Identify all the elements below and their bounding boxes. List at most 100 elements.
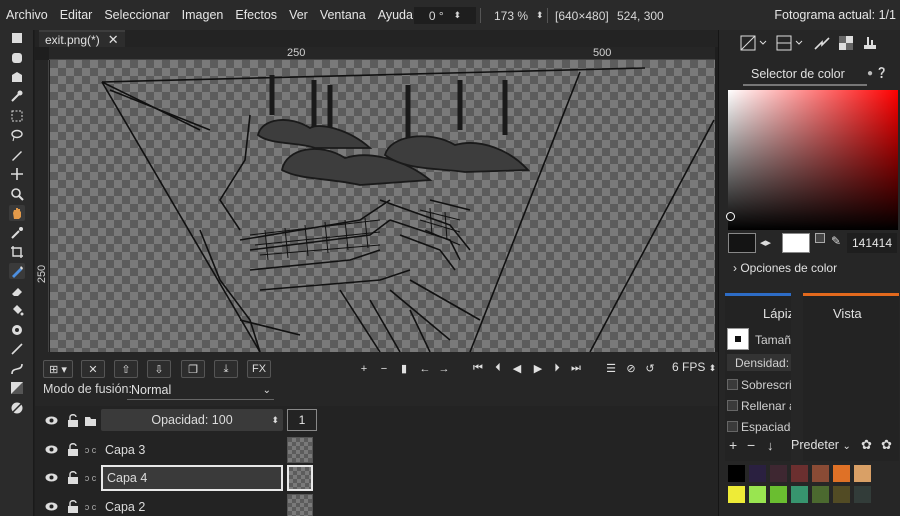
- move-frame-left-icon[interactable]: ←: [416, 360, 434, 377]
- move-color-icon[interactable]: ↓: [767, 438, 774, 453]
- duplicate-layer-button[interactable]: ❐: [181, 360, 205, 378]
- palette-swatch[interactable]: [770, 486, 787, 503]
- palette-swatch[interactable]: [770, 465, 787, 482]
- palette-swatch[interactable]: [749, 465, 766, 482]
- color-select-icon[interactable]: [9, 108, 25, 124]
- ellipse-select-icon[interactable]: [9, 50, 25, 66]
- fps-field[interactable]: 6 FPS ⬍: [672, 360, 716, 374]
- palette-swatch[interactable]: [833, 465, 850, 482]
- zoom-stepper-icon[interactable]: ⬍: [536, 10, 544, 21]
- fps-stepper-icon[interactable]: ⬍: [709, 363, 717, 373]
- reset-colors-icon[interactable]: [815, 233, 825, 243]
- shape-icon[interactable]: [9, 400, 25, 416]
- zoom-icon[interactable]: [9, 186, 25, 202]
- palette-swatch[interactable]: [812, 486, 829, 503]
- link-icon[interactable]: ↄ c: [84, 471, 97, 484]
- layer-name[interactable]: Capa 2: [101, 494, 283, 516]
- layer-row[interactable]: ↄ c Capa 3: [35, 435, 718, 464]
- spacing-checkbox[interactable]: Espaciado: [727, 418, 791, 435]
- opacity-field[interactable]: Opacidad: 100 ⬍: [101, 409, 283, 431]
- primary-color-swatch[interactable]: [728, 233, 756, 253]
- play-backwards-icon[interactable]: ⏴: [489, 360, 507, 377]
- move-layer-up-button[interactable]: ⇧: [114, 360, 138, 378]
- palette-swatch[interactable]: [854, 465, 871, 482]
- palette-swatch[interactable]: [833, 486, 850, 503]
- menu-seleccionar[interactable]: Seleccionar: [98, 8, 175, 22]
- fill-area-checkbox[interactable]: Rellenar área: [727, 397, 791, 414]
- line-icon[interactable]: [9, 341, 25, 357]
- rect-select-icon[interactable]: [9, 30, 25, 46]
- move-frame-right-icon[interactable]: →: [435, 360, 453, 377]
- lasso-icon[interactable]: [9, 127, 25, 143]
- polygon-select-icon[interactable]: [9, 69, 25, 85]
- alpha-lock-icon[interactable]: [835, 33, 857, 53]
- layer-row[interactable]: ↄ c Capa 2: [35, 492, 718, 516]
- lock-icon[interactable]: [66, 471, 79, 484]
- pen-select-icon[interactable]: [9, 147, 25, 163]
- palette-swatch[interactable]: [791, 486, 808, 503]
- merge-down-button[interactable]: ⤓: [214, 360, 238, 378]
- previous-frame-icon[interactable]: ◀: [508, 360, 526, 377]
- zoom-field[interactable]: 173 % ⬍: [494, 7, 544, 24]
- palette-edit-icon[interactable]: ✿: [861, 437, 872, 453]
- close-tab-icon[interactable]: ✕: [108, 32, 119, 48]
- frame-number-button[interactable]: 1: [287, 409, 317, 431]
- magic-wand-icon[interactable]: [9, 88, 25, 104]
- lock-icon[interactable]: [66, 500, 79, 513]
- first-frame-icon[interactable]: ⏮: [469, 360, 487, 377]
- layer-thumbnail[interactable]: [287, 437, 313, 463]
- link-cels-icon[interactable]: [84, 414, 97, 427]
- eye-icon[interactable]: [45, 500, 58, 513]
- add-frame-icon[interactable]: +: [355, 360, 373, 377]
- palette-settings-icon[interactable]: ✿: [881, 437, 892, 453]
- menu-ventana[interactable]: Ventana: [314, 8, 372, 22]
- curve-icon[interactable]: [9, 361, 25, 377]
- add-layer-button[interactable]: ⊞ ▾: [43, 360, 73, 378]
- move-icon[interactable]: [9, 166, 25, 182]
- layer-name[interactable]: Capa 4: [101, 465, 283, 491]
- menu-efectos[interactable]: Efectos: [229, 8, 283, 22]
- density-slider[interactable]: Densidad:: [727, 354, 791, 371]
- eraser-icon[interactable]: [9, 283, 25, 299]
- eyedropper-icon[interactable]: ✎: [831, 234, 841, 248]
- color-options-toggle[interactable]: › Opciones de color: [733, 261, 837, 275]
- palette-swatch[interactable]: [728, 486, 745, 503]
- pencil-icon[interactable]: [9, 263, 25, 279]
- palette-swatch[interactable]: [791, 465, 808, 482]
- delete-layer-button[interactable]: ✕: [81, 360, 105, 378]
- paint-bucket-icon[interactable]: [9, 302, 25, 318]
- eyedropper-icon[interactable]: [9, 225, 25, 241]
- menu-archivo[interactable]: Archivo: [0, 8, 54, 22]
- next-frame-icon[interactable]: ⏵: [548, 360, 566, 377]
- remove-frame-icon[interactable]: −: [375, 360, 393, 377]
- link-icon[interactable]: ↄ c: [84, 443, 97, 456]
- rotation-stepper-icon[interactable]: ⬍: [454, 10, 462, 21]
- palette-swatch[interactable]: [749, 486, 766, 503]
- blend-mode-select[interactable]: Normal ⌄: [127, 381, 274, 400]
- clone-stamp-icon[interactable]: [9, 322, 25, 338]
- color-picker-settings-icon[interactable]: ● ❔: [867, 68, 888, 79]
- crop-icon[interactable]: [9, 244, 25, 260]
- brush-shape-icon[interactable]: [727, 328, 749, 350]
- mirror-y-icon[interactable]: [775, 33, 805, 53]
- link-icon[interactable]: ↄ c: [84, 500, 97, 513]
- drawing-canvas[interactable]: [50, 60, 715, 352]
- mirror-x-icon[interactable]: [739, 33, 769, 53]
- eye-icon[interactable]: [45, 414, 58, 427]
- palette-swatch[interactable]: [854, 486, 871, 503]
- menu-ayuda[interactable]: Ayuda: [372, 8, 419, 22]
- opacity-stepper-icon[interactable]: ⬍: [271, 415, 279, 426]
- layer-row[interactable]: ↄ c Capa 4: [35, 463, 718, 492]
- layer-thumbnail[interactable]: [287, 465, 313, 491]
- menu-editar[interactable]: Editar: [54, 8, 99, 22]
- loop-icon[interactable]: ↺: [641, 360, 659, 377]
- lock-icon[interactable]: [66, 414, 79, 427]
- last-frame-icon[interactable]: ⏭: [567, 360, 585, 377]
- palette-swatch[interactable]: [728, 465, 745, 482]
- dynamics-icon[interactable]: [859, 33, 881, 53]
- eye-icon[interactable]: [45, 443, 58, 456]
- layer-fx-button[interactable]: FX: [247, 360, 271, 378]
- onion-skin-icon[interactable]: ⊘: [622, 360, 640, 377]
- pan-hand-icon[interactable]: [9, 205, 25, 221]
- frame-list-icon[interactable]: ☰: [602, 360, 620, 377]
